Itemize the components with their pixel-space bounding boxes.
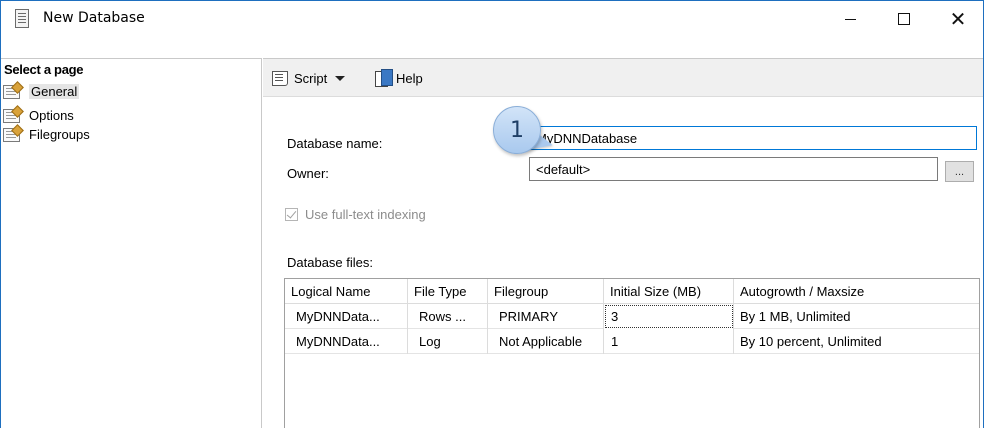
- help-icon: [375, 69, 393, 87]
- column-header[interactable]: Initial Size (MB): [604, 279, 734, 304]
- page-item-general[interactable]: General: [3, 83, 80, 100]
- database-files-grid[interactable]: Logical Name File Type Filegroup Initial…: [284, 278, 980, 428]
- owner-label: Owner:: [287, 166, 329, 181]
- initial-size-cell[interactable]: 3: [604, 304, 734, 329]
- script-label: Script: [294, 70, 328, 86]
- file-type-cell[interactable]: Rows ...: [408, 304, 488, 329]
- fulltext-indexing-label: Use full-text indexing: [305, 207, 426, 222]
- page-settings-icon: [3, 127, 20, 142]
- close-icon: ✕: [949, 7, 967, 31]
- database-files-label: Database files:: [287, 255, 373, 270]
- column-header[interactable]: Filegroup: [488, 279, 604, 304]
- script-icon: [271, 70, 289, 86]
- page-item-label: Options: [29, 108, 74, 123]
- initial-size-cell[interactable]: 1: [604, 329, 734, 354]
- owner-input[interactable]: [529, 157, 938, 181]
- help-button[interactable]: Help: [375, 67, 423, 89]
- toolbar: Script Help: [263, 59, 983, 97]
- autogrowth-cell[interactable]: By 10 percent, Unlimited: [734, 329, 979, 354]
- logical-name-cell[interactable]: MyDNNData...: [285, 329, 408, 354]
- general-page: Script Help Database name: 1 Owner: ... …: [263, 58, 983, 428]
- close-button[interactable]: ✕: [935, 1, 981, 37]
- logical-name-cell[interactable]: MyDNNData...: [285, 304, 408, 329]
- page-item-options[interactable]: Options: [3, 107, 74, 124]
- page-item-label: General: [29, 84, 80, 99]
- browse-owner-button[interactable]: ...: [945, 161, 974, 182]
- script-button[interactable]: Script: [271, 67, 346, 89]
- filegroup-cell[interactable]: Not Applicable: [488, 329, 604, 354]
- window-title: New Database: [43, 10, 145, 26]
- database-icon: [15, 9, 29, 28]
- table-row[interactable]: MyDNNData... Rows ... PRIMARY 3 By 1 MB,…: [285, 304, 979, 329]
- chevron-down-icon[interactable]: [335, 75, 346, 81]
- database-name-input[interactable]: [529, 126, 977, 150]
- callout-number: 1: [493, 106, 541, 154]
- grid-header: Logical Name File Type Filegroup Initial…: [285, 279, 979, 304]
- file-type-cell[interactable]: Log: [408, 329, 488, 354]
- maximize-icon: [898, 13, 910, 25]
- select-page-header: Select a page: [4, 62, 84, 77]
- column-header[interactable]: File Type: [408, 279, 488, 304]
- fulltext-indexing-option: Use full-text indexing: [285, 207, 426, 222]
- minimize-icon: [844, 18, 856, 20]
- maximize-button[interactable]: [881, 1, 927, 37]
- fulltext-indexing-checkbox: [285, 208, 298, 221]
- minimize-button[interactable]: [827, 1, 873, 37]
- column-header[interactable]: Autogrowth / Maxsize: [734, 279, 979, 304]
- table-row[interactable]: MyDNNData... Log Not Applicable 1 By 10 …: [285, 329, 979, 354]
- autogrowth-cell[interactable]: By 1 MB, Unlimited: [734, 304, 979, 329]
- step-callout: 1: [493, 106, 556, 157]
- database-name-label: Database name:: [287, 136, 383, 151]
- page-item-label: Filegroups: [29, 127, 90, 142]
- new-database-dialog: New Database ✕ Select a page General Opt…: [0, 0, 984, 428]
- page-settings-icon: [3, 84, 20, 99]
- page-item-filegroups[interactable]: Filegroups: [3, 126, 90, 143]
- title-bar[interactable]: New Database ✕: [1, 1, 983, 37]
- filegroup-cell[interactable]: PRIMARY: [488, 304, 604, 329]
- page-settings-icon: [3, 108, 20, 123]
- column-header[interactable]: Logical Name: [285, 279, 408, 304]
- help-label: Help: [396, 70, 423, 86]
